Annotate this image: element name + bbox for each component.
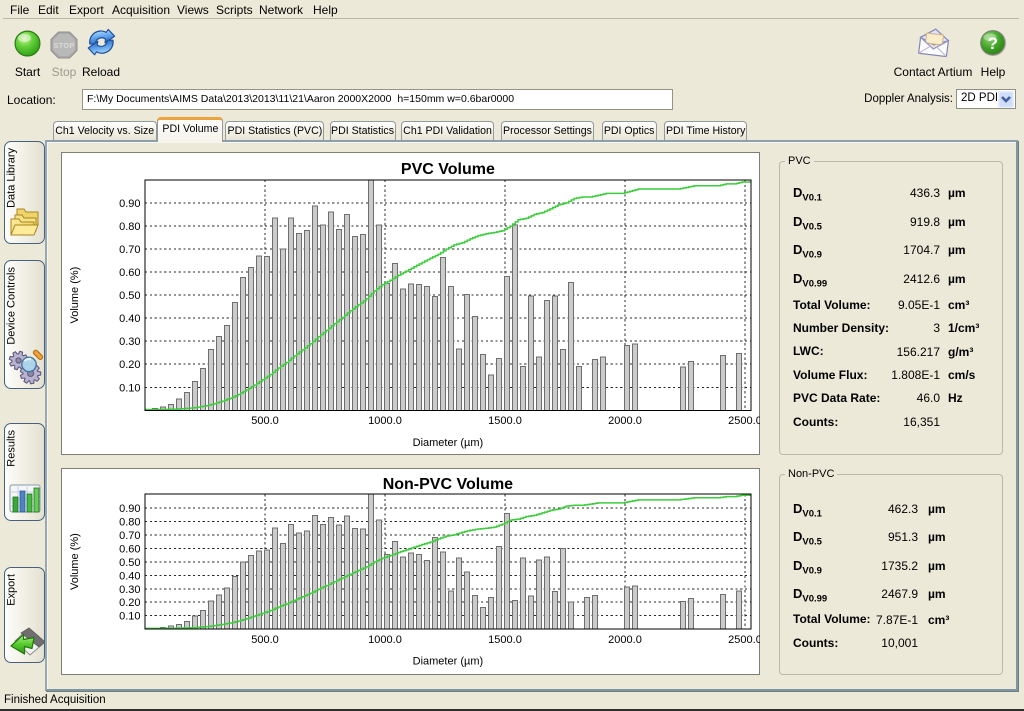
svg-text:500.0: 500.0 [251,415,279,427]
svg-text:Volume (%): Volume (%) [69,267,81,324]
svg-text:0.20: 0.20 [119,597,140,609]
svg-text:0.50: 0.50 [119,290,140,302]
svg-text:0.30: 0.30 [119,584,140,596]
svg-text:0.90: 0.90 [119,198,140,210]
svg-text:STOP: STOP [53,41,74,50]
svg-text:2500.0: 2500.0 [728,415,760,427]
svg-text:1000.0: 1000.0 [368,634,402,646]
svg-text:2000.0: 2000.0 [608,634,642,646]
svg-text:0.80: 0.80 [119,221,140,233]
svg-text:0.10: 0.10 [119,611,140,623]
svg-text:0.50: 0.50 [119,557,140,569]
svg-text:0.40: 0.40 [119,313,140,325]
svg-text:1500.0: 1500.0 [488,415,522,427]
svg-text:Diameter (µm): Diameter (µm) [413,437,484,449]
svg-text:Volume (%): Volume (%) [69,533,81,590]
svg-text:0.70: 0.70 [119,244,140,256]
svg-text:?: ? [988,34,998,53]
svg-text:0.80: 0.80 [119,516,140,528]
svg-text:0.90: 0.90 [119,503,140,515]
svg-text:2000.0: 2000.0 [608,415,642,427]
svg-text:2500.0: 2500.0 [728,634,760,646]
svg-text:1500.0: 1500.0 [488,634,522,646]
svg-text:0.40: 0.40 [119,570,140,582]
svg-text:0.60: 0.60 [119,267,140,279]
svg-text:1000.0: 1000.0 [368,415,402,427]
svg-text:0.30: 0.30 [119,336,140,348]
svg-text:0.20: 0.20 [119,359,140,371]
svg-text:0.70: 0.70 [119,530,140,542]
svg-text:0.10: 0.10 [119,382,140,394]
svg-text:PVC Volume: PVC Volume [401,161,495,178]
svg-text:Non-PVC Volume: Non-PVC Volume [383,476,513,493]
svg-text:Diameter (µm): Diameter (µm) [413,656,484,668]
svg-text:500.0: 500.0 [251,634,279,646]
svg-text:0.60: 0.60 [119,543,140,555]
